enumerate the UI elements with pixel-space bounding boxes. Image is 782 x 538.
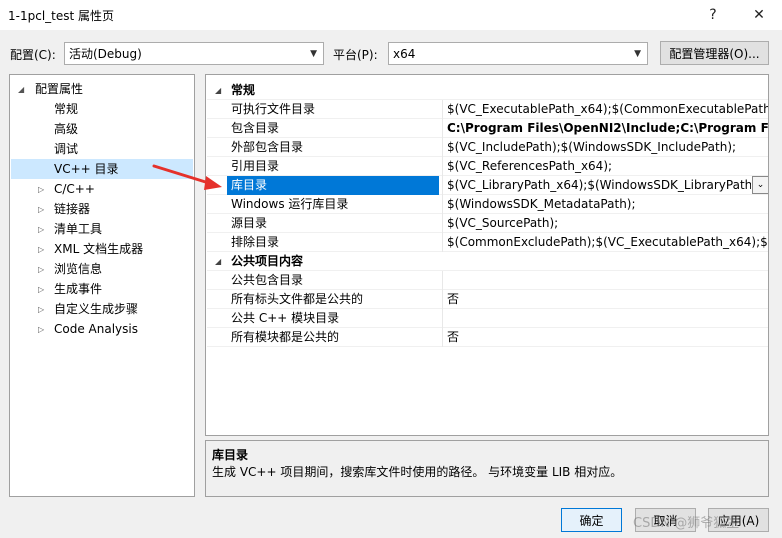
property-value[interactable]: $(WindowsSDK_MetadataPath); (446, 195, 768, 214)
property-grid[interactable]: ◢ 常规 可执行文件目录 $(VC_ExecutablePath_x64);$(… (205, 74, 769, 436)
tree-item-build-events[interactable]: 生成事件 (11, 279, 193, 299)
property-value[interactable]: C:\Program Files\OpenNI2\Include;C:\Prog… (446, 119, 768, 138)
property-value[interactable]: $(CommonExcludePath);$(VC_ExecutablePath… (446, 233, 768, 252)
category-label: 常规 (231, 83, 256, 97)
annotation-arrow (152, 164, 222, 190)
help-button[interactable]: ? (690, 0, 736, 30)
tree-item-xml-doc[interactable]: XML 文档生成器 (11, 239, 193, 259)
config-manager-button[interactable]: 配置管理器(O)... (660, 41, 769, 65)
tree-item-browse-info[interactable]: 浏览信息 (11, 259, 193, 279)
platform-select[interactable]: x64 ▼ (388, 42, 648, 65)
property-key: 库目录 (227, 176, 439, 195)
property-value[interactable]: 否 (446, 290, 768, 309)
tree-item-general[interactable]: 常规 (11, 99, 193, 119)
category-general[interactable]: ◢ 常规 (207, 81, 768, 100)
property-value[interactable]: 否 (446, 328, 768, 347)
config-value: 活动(Debug) (69, 47, 142, 61)
watermark: CSDN @狮爷狐生 (633, 516, 740, 531)
chevron-down-icon[interactable]: ⌄ (752, 176, 768, 194)
property-row[interactable]: 所有模块都是公共的 否 (207, 328, 768, 347)
description-panel: 库目录 生成 VC++ 项目期间，搜索库文件时使用的路径。 与环境变量 LIB … (205, 440, 769, 497)
property-key: 可执行文件目录 (231, 102, 316, 116)
property-key: 外部包含目录 (231, 140, 304, 154)
property-row[interactable]: 所有标头文件都是公共的 否 (207, 290, 768, 309)
tree-item-advanced[interactable]: 高级 (11, 119, 193, 139)
chevron-down-icon: ▼ (310, 49, 317, 59)
tree-item-manifest-tool[interactable]: 清单工具 (11, 219, 193, 239)
property-value[interactable]: $(VC_IncludePath);$(WindowsSDK_IncludePa… (446, 138, 768, 157)
property-row[interactable]: 包含目录 C:\Program Files\OpenNI2\Include;C:… (207, 119, 768, 138)
category-public[interactable]: ◢ 公共项目内容 (207, 252, 768, 271)
property-row[interactable]: 源目录 $(VC_SourcePath); (207, 214, 768, 233)
ok-button[interactable]: 确定 (561, 508, 622, 532)
property-key: 引用目录 (231, 159, 280, 173)
property-tree[interactable]: ◢ 配置属性 常规 高级 调试 VC++ 目录 ▷ C/C++ ▷ 链接器 ▷ … (9, 74, 195, 497)
title-bar: 1-1pcl_test 属性页 ? ✕ (0, 0, 782, 30)
property-value[interactable]: $(VC_LibraryPath_x64);$(WindowsSDK_Libra… (446, 176, 751, 195)
property-row-library-dirs[interactable]: 库目录 $(VC_LibraryPath_x64);$(WindowsSDK_L… (207, 176, 768, 195)
property-row[interactable]: Windows 运行库目录 $(WindowsSDK_MetadataPath)… (207, 195, 768, 214)
tree-item-linker[interactable]: 链接器 (11, 199, 193, 219)
property-value[interactable]: $(VC_ReferencesPath_x64); (446, 157, 768, 176)
property-row[interactable]: 公共 C++ 模块目录 (207, 309, 768, 328)
property-row[interactable]: 公共包含目录 (207, 271, 768, 290)
tree-item-custom-build[interactable]: 自定义生成步骤 (11, 299, 193, 319)
platform-label: 平台(P): (333, 48, 378, 62)
tree-item-code-analysis[interactable]: Code Analysis (11, 319, 193, 339)
property-key: 所有模块都是公共的 (231, 330, 340, 344)
property-value[interactable]: $(VC_ExecutablePath_x64);$(CommonExecuta… (446, 100, 768, 119)
chevron-down-icon: ▼ (634, 49, 641, 59)
property-key: 公共包含目录 (231, 273, 304, 287)
description-text: 生成 VC++ 项目期间，搜索库文件时使用的路径。 与环境变量 LIB 相对应。 (212, 465, 623, 479)
property-key: 所有标头文件都是公共的 (231, 292, 364, 306)
collapse-icon[interactable]: ◢ (215, 252, 221, 271)
property-row[interactable]: 排除目录 $(CommonExcludePath);$(VC_Executabl… (207, 233, 768, 252)
property-row[interactable]: 外部包含目录 $(VC_IncludePath);$(WindowsSDK_In… (207, 138, 768, 157)
property-key: 包含目录 (231, 121, 280, 135)
collapse-icon[interactable]: ◢ (215, 81, 221, 100)
window-title: 1-1pcl_test 属性页 (8, 9, 115, 23)
config-label: 配置(C): (10, 48, 56, 62)
property-key: Windows 运行库目录 (231, 197, 349, 211)
property-row[interactable]: 可执行文件目录 $(VC_ExecutablePath_x64);$(Commo… (207, 100, 768, 119)
tree-item-root[interactable]: 配置属性 (11, 79, 193, 99)
close-button[interactable]: ✕ (736, 0, 782, 30)
config-select[interactable]: 活动(Debug) ▼ (64, 42, 324, 65)
category-label: 公共项目内容 (231, 254, 304, 268)
property-key: 公共 C++ 模块目录 (231, 311, 340, 325)
property-key: 排除目录 (231, 235, 280, 249)
description-title: 库目录 (212, 448, 249, 462)
tree-item-debugging[interactable]: 调试 (11, 139, 193, 159)
property-row[interactable]: 引用目录 $(VC_ReferencesPath_x64); (207, 157, 768, 176)
property-value[interactable]: $(VC_SourcePath); (446, 214, 768, 233)
property-key: 源目录 (231, 216, 268, 230)
platform-value: x64 (393, 46, 416, 61)
